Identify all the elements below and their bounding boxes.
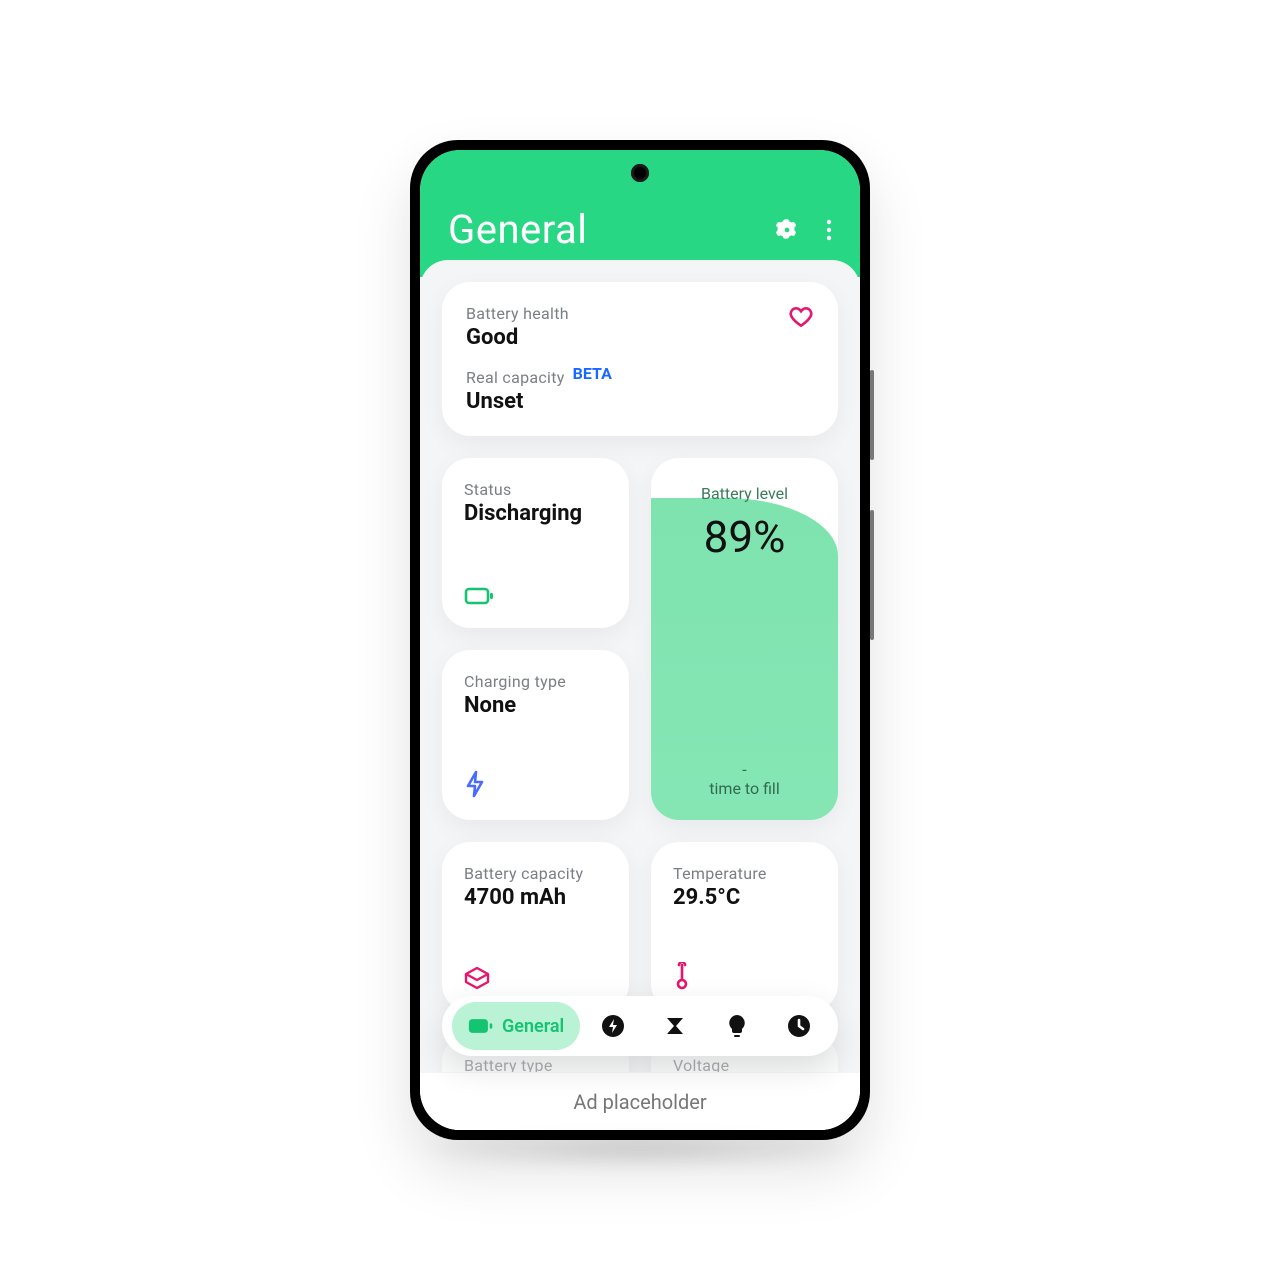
temperature-label: Temperature [673,864,816,883]
voltage-label: Voltage [673,1056,816,1072]
nav-charge[interactable] [584,1002,642,1050]
screen: General Battery health Good [420,150,860,1130]
capacity-label: Battery capacity [464,864,607,883]
page-title: General [448,206,588,253]
camera-cutout [631,164,649,182]
battery-health-value: Good [466,325,569,350]
battery-health-label: Battery health [466,304,569,323]
volume-button [870,370,874,460]
bolt-icon [464,770,607,798]
charging-type-card[interactable]: Charging type None [442,650,629,820]
nav-general[interactable]: General [452,1002,580,1050]
temperature-card[interactable]: Temperature 29.5°C [651,842,838,1012]
beta-badge: BETA [573,364,612,383]
battery-level-label: Battery level [669,484,820,503]
temperature-value: 29.5°C [673,885,816,910]
power-button [870,510,874,640]
thermometer-icon [673,962,816,990]
battery-type-label: Battery type [464,1056,607,1072]
battery-icon [464,586,607,606]
capacity-value: 4700 mAh [464,885,607,910]
charging-type-label: Charging type [464,672,607,691]
real-capacity-value: Unset [466,389,814,414]
heart-icon [788,304,814,330]
nav-history[interactable] [770,1002,828,1050]
status-value: Discharging [464,501,607,526]
nav-stats[interactable] [646,1002,704,1050]
more-icon[interactable] [826,218,832,242]
time-to-fill-label: time to fill [669,779,820,798]
scroll-region[interactable]: Battery health Good Real capacity BETA U… [420,260,860,1072]
capacity-card[interactable]: Battery capacity 4700 mAh [442,842,629,1012]
settings-icon[interactable] [774,217,800,243]
battery-level-card[interactable]: Battery level 89% - time to fill [651,458,838,820]
status-label: Status [464,480,607,499]
bottom-nav: General [442,996,838,1056]
nav-tips[interactable] [708,1002,766,1050]
nav-general-label: General [502,1016,564,1037]
phone-frame: General Battery health Good [410,140,870,1140]
ad-placeholder: Ad placeholder [420,1072,860,1130]
time-to-fill-value: - [669,760,820,779]
health-card[interactable]: Battery health Good Real capacity BETA U… [442,282,838,436]
box-icon [464,966,607,990]
charging-type-value: None [464,693,607,718]
status-card[interactable]: Status Discharging [442,458,629,628]
battery-level-value: 89% [669,511,820,563]
real-capacity-label: Real capacity [466,368,565,387]
